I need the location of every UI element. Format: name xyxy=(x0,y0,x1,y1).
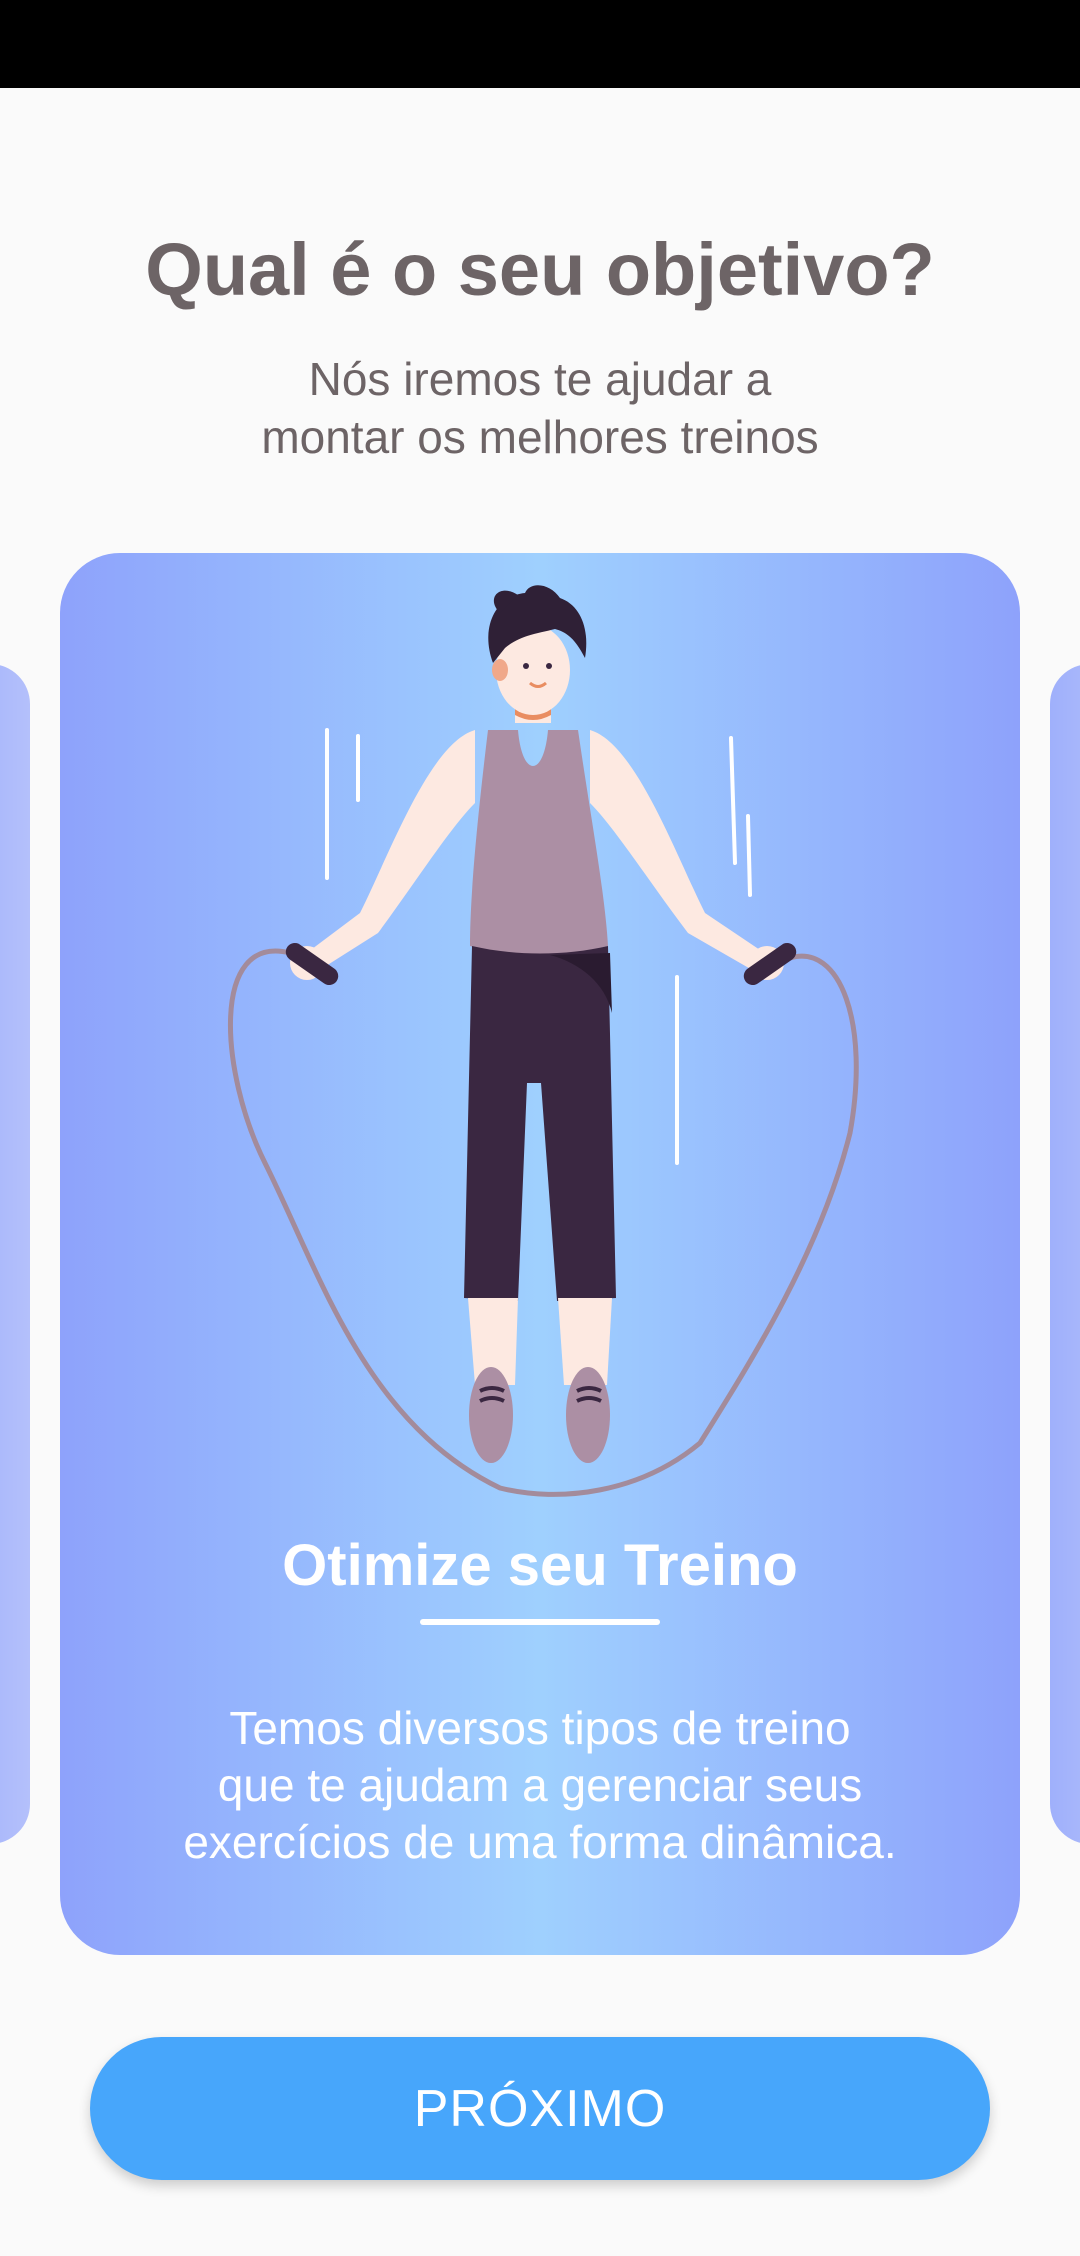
card-title-underline xyxy=(420,1619,660,1625)
card-title: Otimize seu Treino xyxy=(282,1533,798,1598)
next-button-label: PRÓXIMO xyxy=(413,2079,667,2138)
page-subtitle: Nós iremos te ajudar a montar os melhore… xyxy=(0,350,1080,466)
person-jumping-rope-illustration xyxy=(228,585,859,1497)
next-button[interactable]: PRÓXIMO xyxy=(90,2037,990,2180)
card-text-line-1: Temos diversos tipos de treino xyxy=(229,1702,851,1754)
card-description: Temos diversos tipos de treino que te aj… xyxy=(0,1700,1080,1871)
card-text-line-2: que te ajudam a gerenciar seus xyxy=(217,1759,863,1811)
subtitle-line-2: montar os melhores treinos xyxy=(261,411,819,463)
page-title: Qual é o seu objetivo? xyxy=(145,228,935,311)
next-card-peek[interactable] xyxy=(1050,664,1080,1844)
subtitle-line-1: Nós iremos te ajudar a xyxy=(308,353,772,405)
card-text-line-3: exercícios de uma forma dinâmica. xyxy=(183,1816,897,1868)
status-bar xyxy=(0,0,1080,88)
previous-card-peek[interactable] xyxy=(0,664,30,1844)
